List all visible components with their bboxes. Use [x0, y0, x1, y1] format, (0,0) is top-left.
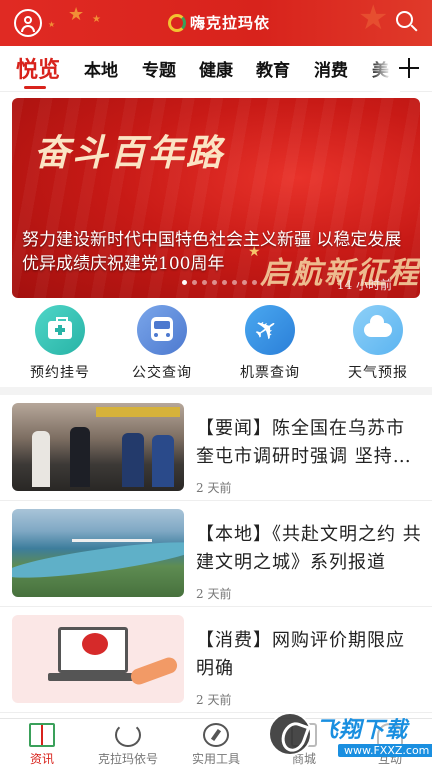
banner-calligraphy: 奋斗百年路: [34, 132, 225, 174]
book-icon: [29, 723, 55, 747]
tab-yuelan[interactable]: 悦览: [16, 52, 60, 84]
service-bus[interactable]: 公交查询: [122, 305, 202, 382]
cloud-icon: [364, 315, 392, 337]
service-label: 天气预报: [348, 365, 408, 381]
news-thumbnail: [12, 403, 184, 491]
active-tab-indicator: [24, 86, 46, 89]
carousel-dot[interactable]: [202, 280, 207, 285]
airplane-icon: ✈: [247, 309, 286, 350]
channel-tabs: 悦览 本地 专题 健康 教育 消费 美: [0, 46, 432, 92]
bus-icon: [151, 317, 173, 341]
tab-consumption[interactable]: 消费: [314, 56, 348, 81]
news-thumbnail: [12, 615, 184, 703]
watermark-url: www.FXXZ.com: [338, 744, 432, 757]
service-flights[interactable]: ✈ 机票查询: [230, 305, 310, 382]
news-item[interactable]: 【消费】网购评价期限应明确 2 天前: [0, 607, 432, 713]
service-appointment[interactable]: 预约挂号: [20, 305, 100, 382]
service-label: 公交查询: [132, 365, 192, 381]
app-header: ★ ★ ★ ★ 嗨克拉玛依: [0, 0, 432, 46]
carousel-dots: [182, 280, 257, 285]
nav-label: 克拉玛依号: [97, 752, 158, 766]
star-decoration-icon: ★: [48, 20, 56, 29]
nav-news[interactable]: 资讯: [2, 723, 82, 767]
nav-karamay-account[interactable]: 克拉玛依号: [88, 723, 168, 767]
news-title: 【消费】网购评价期限应明确: [196, 630, 405, 679]
nav-tools[interactable]: 实用工具: [176, 723, 256, 767]
tab-health[interactable]: 健康: [199, 56, 233, 81]
star-decoration-icon: ★: [92, 14, 101, 25]
watermark-text: 飞翔下载: [316, 718, 409, 743]
section-divider: [0, 387, 432, 395]
news-time: 2 天前: [196, 481, 232, 495]
watermark: 飞翔下载 www.FXXZ.com: [268, 706, 432, 768]
app-logo-icon: [168, 13, 186, 32]
search-button[interactable]: [396, 11, 418, 33]
compass-icon: [203, 723, 229, 747]
carousel-dot[interactable]: [222, 280, 227, 285]
news-thumbnail: [12, 509, 184, 597]
medical-kit-icon: [48, 317, 72, 339]
banner-title[interactable]: 努力建设新时代中国特色社会主义新疆 以稳定发展优异成绩庆祝建党100周年: [22, 228, 412, 276]
profile-button[interactable]: [14, 9, 42, 37]
news-time: 2 天前: [196, 587, 232, 601]
carousel-dot[interactable]: [242, 280, 247, 285]
carousel-dot[interactable]: [192, 280, 197, 285]
news-title: 【要闻】陈全国在乌苏市奎屯市调研时强调 坚持以人民为中心: [196, 418, 412, 467]
star-decoration-icon: ★: [68, 4, 85, 25]
service-weather[interactable]: 天气预报: [338, 305, 418, 382]
app-brand: 嗨克拉玛依: [168, 12, 270, 33]
tab-topics[interactable]: 专题: [142, 56, 176, 81]
carousel-dot[interactable]: [252, 280, 257, 285]
nav-label: 实用工具: [191, 752, 240, 766]
service-label: 预约挂号: [30, 365, 90, 381]
carousel-dot[interactable]: [182, 280, 187, 285]
banner-time: 14 小时前: [336, 278, 392, 292]
service-label: 机票查询: [240, 365, 300, 381]
banner-carousel[interactable]: 奋斗百年路 ★ 启航新征程 努力建设新时代中国特色社会主义新疆 以稳定发展优异成…: [12, 98, 420, 298]
news-item[interactable]: 【要闻】陈全国在乌苏市奎屯市调研时强调 坚持以人民为中心 2 天前: [0, 395, 432, 501]
watermark-logo-icon: [268, 712, 312, 756]
news-time: 2 天前: [196, 693, 232, 707]
carousel-dot[interactable]: [232, 280, 237, 285]
app-name: 嗨克拉玛依: [190, 14, 271, 32]
star-decoration-icon: ★: [358, 0, 389, 38]
tab-education[interactable]: 教育: [256, 56, 290, 81]
user-circle-icon: [24, 16, 32, 24]
plus-icon[interactable]: [396, 54, 422, 82]
nav-label: 资讯: [29, 752, 54, 766]
carousel-dot[interactable]: [212, 280, 217, 285]
tab-local[interactable]: 本地: [84, 56, 118, 81]
refresh-icon: [115, 723, 141, 747]
news-item[interactable]: 【本地】《共赴文明之约 共建文明之城》系列报道 2 天前: [0, 501, 432, 607]
service-grid: 预约挂号 公交查询 ✈ 机票查询 天气预报: [0, 305, 432, 385]
news-title: 【本地】《共赴文明之约 共建文明之城》系列报道: [196, 524, 422, 573]
